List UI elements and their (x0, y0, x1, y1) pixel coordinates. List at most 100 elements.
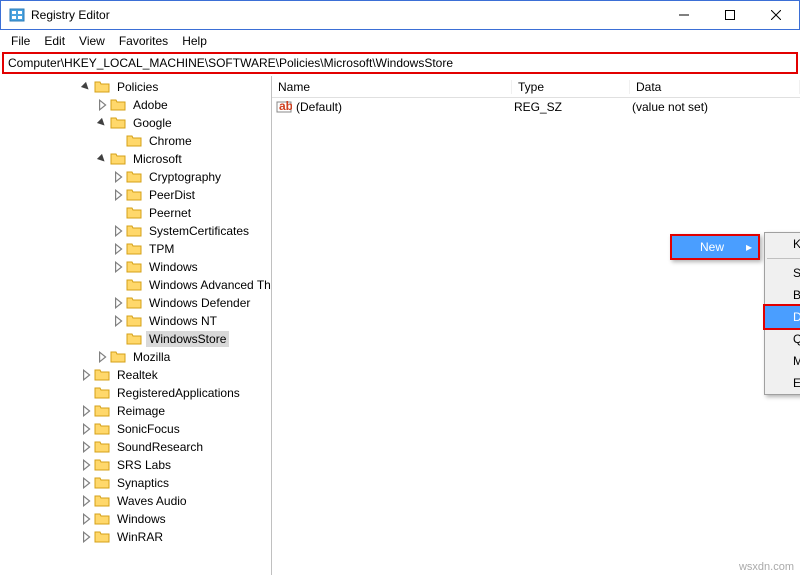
tree-item-windows[interactable]: Windows (0, 510, 271, 528)
tree-item-synaptics[interactable]: Synaptics (0, 474, 271, 492)
values-pane[interactable]: Name Type Data ab (Default) REG_SZ (valu… (272, 76, 800, 575)
watermark: wsxdn.com (739, 561, 794, 573)
tree-item-peernet[interactable]: Peernet (0, 204, 271, 222)
expand-icon[interactable] (80, 405, 92, 417)
expand-icon[interactable] (112, 297, 124, 309)
minimize-button[interactable] (661, 0, 707, 30)
tree-item-policies[interactable]: Policies (0, 78, 271, 96)
ctx-item-qword[interactable]: QWORD (64-bit) Value (765, 328, 800, 350)
expand-icon[interactable] (112, 261, 124, 273)
expand-icon[interactable] (96, 351, 108, 363)
tree-item-label: Adobe (130, 97, 171, 113)
col-header-name[interactable]: Name (272, 80, 512, 94)
tree-item-sonicfocus[interactable]: SonicFocus (0, 420, 271, 438)
tree-item-reimage[interactable]: Reimage (0, 402, 271, 420)
tree-item-chrome[interactable]: Chrome (0, 132, 271, 150)
tree-pane[interactable]: Policies Adobe GoogleChromeMicrosoftCrypto… (0, 76, 272, 575)
ctx-item-key[interactable]: Key (765, 233, 800, 255)
ctx-item-expandstring[interactable]: Expandable String Value (765, 372, 800, 394)
tree-item-tpm[interactable]: TPM (0, 240, 271, 258)
tree-item-label: Microsoft (130, 151, 185, 167)
expand-icon[interactable] (112, 225, 124, 237)
expand-icon[interactable] (96, 117, 108, 129)
expand-icon[interactable] (112, 135, 124, 147)
expand-icon[interactable] (112, 243, 124, 255)
expand-icon[interactable] (112, 279, 124, 291)
expand-icon[interactable] (80, 387, 92, 399)
tree-item-registeredapplications[interactable]: RegisteredApplications (0, 384, 271, 402)
tree-item-mozilla[interactable]: Mozilla (0, 348, 271, 366)
tree-item-windowsstore[interactable]: WindowsStore (0, 330, 271, 348)
expand-icon[interactable] (112, 207, 124, 219)
tree-item-waves-audio[interactable]: Waves Audio (0, 492, 271, 510)
close-button[interactable] (753, 0, 799, 30)
tree-item-soundresearch[interactable]: SoundResearch (0, 438, 271, 456)
expand-icon[interactable] (112, 315, 124, 327)
expand-icon[interactable] (112, 189, 124, 201)
expand-icon[interactable] (80, 495, 92, 507)
menu-edit[interactable]: Edit (37, 32, 72, 50)
tree-item-label: WinRAR (114, 529, 166, 545)
tree-item-systemcertificates[interactable]: SystemCertificates (0, 222, 271, 240)
tree-item-label: Policies (114, 79, 161, 95)
expand-icon[interactable] (112, 171, 124, 183)
menu-help[interactable]: Help (175, 32, 214, 50)
title-bar: Registry Editor (0, 0, 800, 30)
tree-item-label: Peernet (146, 205, 194, 221)
ctx-item-dword[interactable]: DWORD (32-bit) Value (763, 304, 800, 330)
tree-item-windows-nt[interactable]: Windows NT (0, 312, 271, 330)
value-data: (value not set) (632, 100, 800, 114)
address-bar[interactable]: Computer\HKEY_LOCAL_MACHINE\SOFTWARE\Pol… (2, 52, 798, 74)
ctx-item-new-label: New (700, 240, 724, 254)
tree-item-windows[interactable]: Windows (0, 258, 271, 276)
tree-item-label: Google (130, 115, 175, 131)
tree-item-windows-defender[interactable]: Windows Defender (0, 294, 271, 312)
tree-item-label: Windows (146, 259, 201, 275)
tree-item-label: SonicFocus (114, 421, 183, 437)
expand-icon[interactable] (80, 423, 92, 435)
expand-icon[interactable] (80, 441, 92, 453)
menu-favorites[interactable]: Favorites (112, 32, 175, 50)
expand-icon[interactable] (80, 531, 92, 543)
tree-item-cryptography[interactable]: Cryptography (0, 168, 271, 186)
submenu-arrow-icon: ▸ (746, 240, 752, 254)
ctx-item-string[interactable]: String Value (765, 262, 800, 284)
expand-icon[interactable] (80, 81, 92, 93)
maximize-button[interactable] (707, 0, 753, 30)
tree-item-label: PeerDist (146, 187, 198, 203)
ctx-item-multistring[interactable]: Multi-String Value (765, 350, 800, 372)
expand-icon[interactable] (96, 153, 108, 165)
expand-icon[interactable] (112, 333, 124, 345)
tree-item-winrar[interactable]: WinRAR (0, 528, 271, 546)
expand-icon[interactable] (80, 459, 92, 471)
expand-icon[interactable] (80, 513, 92, 525)
tree-item-google[interactable]: Google (0, 114, 271, 132)
ctx-item-binary[interactable]: Binary Value (765, 284, 800, 306)
tree-item-srs-labs[interactable]: SRS Labs (0, 456, 271, 474)
col-header-type[interactable]: Type (512, 80, 630, 94)
tree-item-label: SoundResearch (114, 439, 206, 455)
tree-item-microsoft[interactable]: Microsoft (0, 150, 271, 168)
string-value-icon: ab (276, 99, 292, 115)
tree-item-label: Windows Defender (146, 295, 253, 311)
expand-icon[interactable] (80, 369, 92, 381)
tree-item-windows-advanced-th[interactable]: Windows Advanced Th (0, 276, 271, 294)
tree-item-adobe[interactable]: Adobe (0, 96, 271, 114)
value-row-default[interactable]: ab (Default) REG_SZ (value not set) (272, 98, 800, 116)
window-title: Registry Editor (31, 8, 661, 22)
tree-item-label: WindowsStore (146, 331, 229, 347)
tree-item-label: Mozilla (130, 349, 173, 365)
ctx-item-new[interactable]: New ▸ (672, 236, 758, 258)
expand-icon[interactable] (80, 477, 92, 489)
tree-item-label: SRS Labs (114, 457, 174, 473)
menu-file[interactable]: File (4, 32, 37, 50)
address-text: Computer\HKEY_LOCAL_MACHINE\SOFTWARE\Pol… (8, 56, 453, 70)
col-header-data[interactable]: Data (630, 80, 800, 94)
expand-icon[interactable] (96, 99, 108, 111)
tree-item-peerdist[interactable]: PeerDist (0, 186, 271, 204)
context-submenu-new: Key String Value Binary Value DWORD (32-… (764, 232, 800, 395)
menu-view[interactable]: View (72, 32, 112, 50)
ctx-separator (767, 258, 800, 259)
tree-item-realtek[interactable]: Realtek (0, 366, 271, 384)
menu-bar: File Edit View Favorites Help (0, 30, 800, 52)
